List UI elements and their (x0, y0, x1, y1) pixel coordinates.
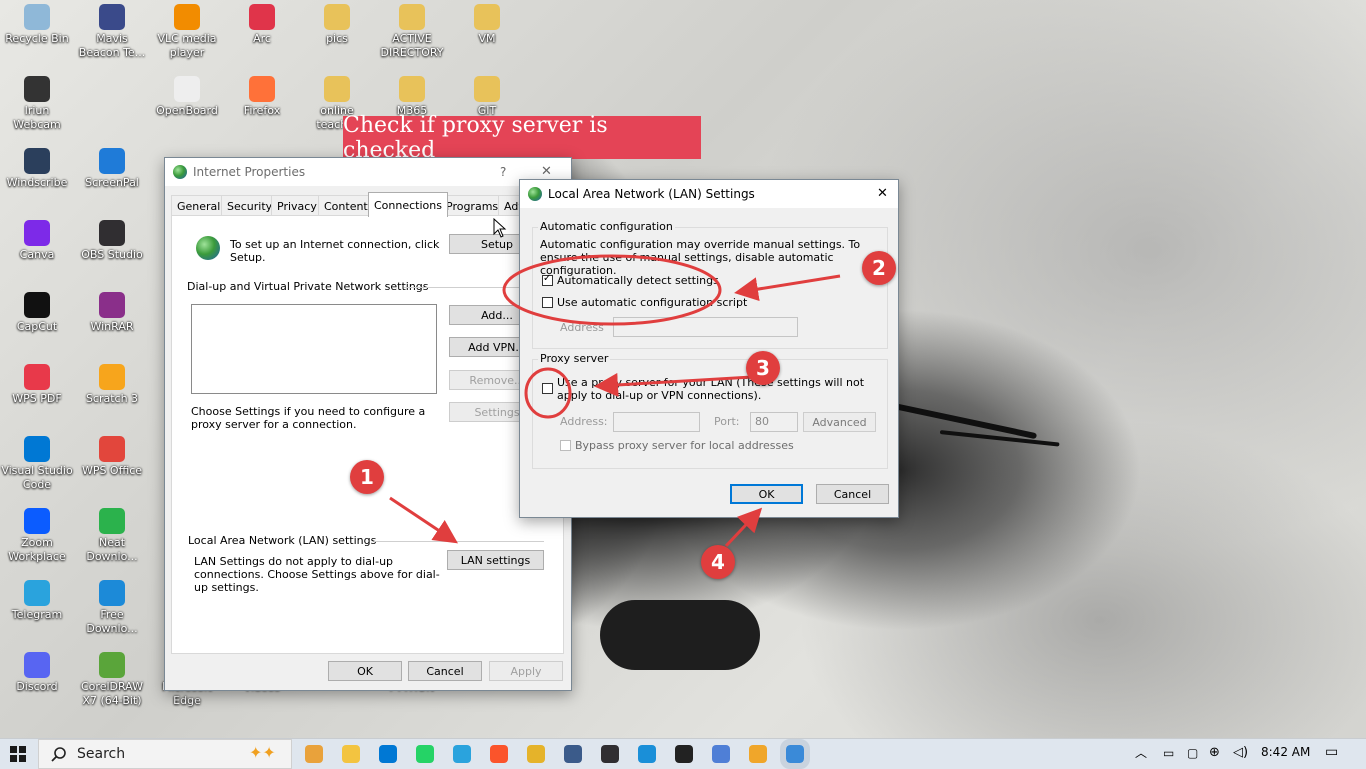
sparkle-icon: ✦✦ (249, 743, 276, 762)
step-badge-2: 2 (862, 251, 896, 285)
taskbar: Search ✦✦ ︿ ▭ ▢ ⊕ ◁) 8:42 AM ▭ (0, 738, 1366, 769)
system-tray: ︿ ▭ ▢ ⊕ ◁) (1135, 744, 1255, 762)
search-icon (51, 747, 66, 762)
notifications-icon[interactable]: ▭ (1325, 744, 1338, 760)
highlight-circle-proxy (524, 367, 572, 419)
chrome-icon[interactable] (527, 745, 545, 763)
clock[interactable]: 8:42 AM (1261, 745, 1310, 759)
whatsapp-icon[interactable] (416, 745, 434, 763)
quick-assist-icon[interactable] (675, 745, 693, 763)
highlight-circle-auto-config (502, 254, 722, 326)
step-badge-3: 3 (746, 351, 780, 385)
app-launcher-icon[interactable] (305, 745, 323, 763)
brave-icon[interactable] (490, 745, 508, 763)
language-icon[interactable]: ⊕ (1209, 745, 1220, 760)
step-badge-1: 1 (350, 460, 384, 494)
vscode-icon[interactable] (379, 745, 397, 763)
camera-icon[interactable]: ▢ (1187, 746, 1198, 760)
word-circle-icon[interactable] (564, 745, 582, 763)
capture-icon[interactable] (712, 745, 730, 763)
edge-icon[interactable] (638, 745, 656, 763)
search-placeholder: Search (77, 746, 126, 762)
telegram-icon[interactable] (453, 745, 471, 763)
step-badge-4: 4 (701, 545, 735, 579)
show-hidden-icons-icon[interactable]: ︿ (1135, 744, 1147, 761)
volume-icon[interactable]: ◁) (1233, 745, 1248, 760)
arrow-1 (389, 496, 458, 544)
arrow-3 (594, 372, 753, 397)
annotation-overlay (389, 254, 841, 548)
file-explorer-icon[interactable] (342, 745, 360, 763)
taskbar-search-box[interactable]: Search ✦✦ (38, 739, 292, 769)
tab-connections[interactable]: Connections (368, 192, 448, 217)
arrow-2 (734, 274, 841, 302)
arrow-4 (724, 507, 763, 548)
obs-icon[interactable] (601, 745, 619, 763)
internet-options-icon[interactable] (780, 739, 810, 769)
remote-icon[interactable] (749, 745, 767, 763)
network-icon[interactable]: ▭ (1163, 746, 1174, 760)
windows-start-icon[interactable] (10, 746, 26, 762)
